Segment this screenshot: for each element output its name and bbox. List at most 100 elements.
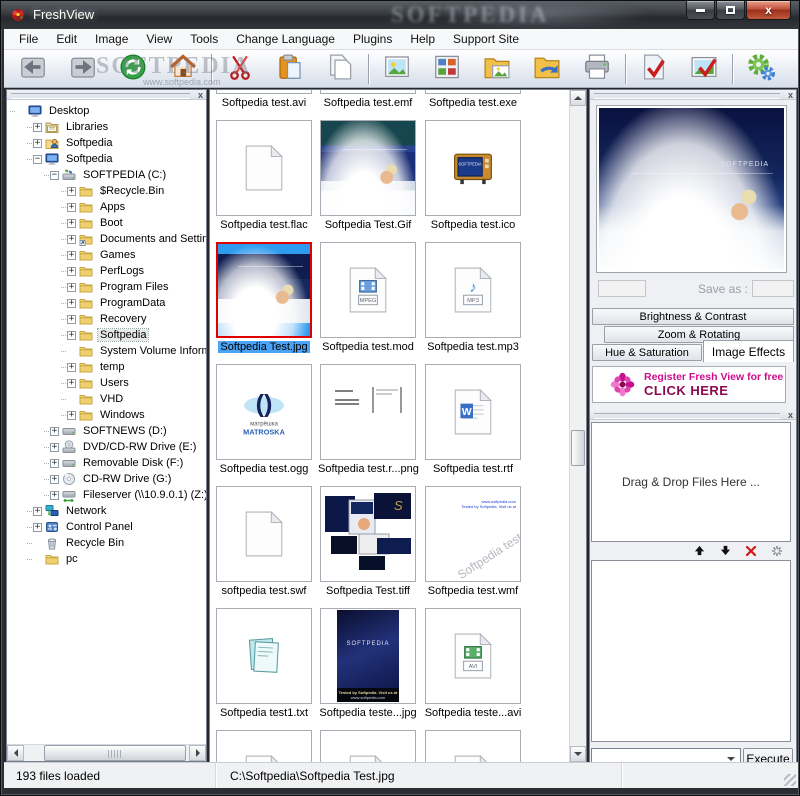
thumbnail-softpedia-test-gif[interactable] [320,120,416,216]
thumbnail-softpedia-test-emf[interactable] [320,90,416,94]
thumbnail-label[interactable]: Softpedia test.r...png [316,463,420,475]
expand-toggle-icon[interactable]: + [67,283,76,292]
tree-item-softpedia[interactable]: −Softpedia [7,151,206,167]
thumbnail-softpedia-test-avi[interactable] [216,90,312,94]
tree-item-boot[interactable]: +Boot [7,215,206,231]
thumbnail-label[interactable]: Softpedia test.exe [421,97,525,109]
batch-file-list[interactable] [591,560,791,742]
tree-item-control-panel[interactable]: +Control Panel [7,519,206,535]
tab-hue-saturation[interactable]: Hue & Saturation [592,344,702,361]
thumbnail-label[interactable]: Softpedia test.avi [212,97,316,109]
thumbnails-view-button[interactable] [426,52,468,86]
tree-item-softpedia[interactable]: +Softpedia [7,327,206,343]
print-button[interactable] [576,52,618,86]
tree-item-fileserver-10-9-0-1-z[interactable]: +Fileserver (\\10.9.0.1) (Z:) [7,487,206,503]
thumbnail-softpedia-teste-avi[interactable]: AVI [425,608,521,704]
menu-item-view[interactable]: View [137,30,181,48]
expand-toggle-icon[interactable]: + [67,299,76,308]
thumbnail-label[interactable]: Softpedia test.mod [316,341,420,353]
tree-panel-grip[interactable]: x [7,90,206,100]
move-down-icon[interactable] [719,545,731,557]
menu-item-change-language[interactable]: Change Language [227,30,344,48]
menu-item-tools[interactable]: Tools [181,30,227,48]
dragdrop-panel-grip[interactable]: x [590,410,796,420]
thumbnail-partial[interactable] [320,730,416,762]
tree-item-documents-and-settings[interactable]: +Documents and Settings [7,231,206,247]
thumbnail-softpedia-test-swf[interactable] [216,486,312,582]
thumbnail-label[interactable]: Softpedia Test.jpg [212,341,316,353]
previous-button[interactable] [12,52,54,86]
check-file-button[interactable] [633,52,675,86]
check-image-button[interactable] [683,52,725,86]
thumbnail-label[interactable]: Softpedia test.ogg [212,463,316,475]
thumbnail-label[interactable]: Softpedia test.emf [316,97,420,109]
thumbnail-softpedia-test-mod[interactable]: MPEG [320,242,416,338]
tree-item-windows[interactable]: +Windows [7,407,206,423]
paste-button[interactable] [269,52,311,86]
tree-scroll-thumb[interactable] [44,745,186,761]
close-button[interactable]: x [746,1,791,20]
preview-panel-close-icon[interactable]: x [788,90,793,100]
tree-item-softnews-d[interactable]: +SOFTNEWS (D:) [7,423,206,439]
tree-item-vhd[interactable]: VHD [7,391,206,407]
tree-item-pc[interactable]: pc [7,551,206,567]
minimize-button[interactable] [686,1,715,20]
expand-toggle-icon[interactable]: + [67,379,76,388]
tree-item-games[interactable]: +Games [7,247,206,263]
menu-item-edit[interactable]: Edit [47,30,86,48]
menu-item-plugins[interactable]: Plugins [344,30,401,48]
settings-button[interactable] [740,52,782,86]
thumbnail-softpedia-test-ogg[interactable]: ()матрёшкаMATROSKA [216,364,312,460]
thumbnail-partial[interactable] [216,730,312,762]
thumbnail-label[interactable]: Softpedia test.rtf [421,463,525,475]
tree-item-temp[interactable]: +temp [7,359,206,375]
expand-toggle-icon[interactable]: + [33,123,42,132]
tree-item-softpedia[interactable]: +Softpedia [7,135,206,151]
title-bar[interactable]: SOFTPEDIA FreshView x [1,1,799,29]
collapse-toggle-icon[interactable]: − [50,171,59,180]
tree-item-recycle-bin[interactable]: +$Recycle.Bin [7,183,206,199]
maximize-button[interactable] [716,1,745,20]
thumbnail-softpedia-test-mp3[interactable]: ♪MP3 [425,242,521,338]
tab-image-effects[interactable]: Image Effects [703,340,794,362]
menu-item-support-site[interactable]: Support Site [444,30,528,48]
thumbnail-label[interactable]: Softpedia Test.Gif [316,219,420,231]
thumbnail-partial[interactable] [425,730,521,762]
thumbnail-label[interactable]: Softpedia Test.tiff [316,585,420,597]
expand-toggle-icon[interactable]: + [67,315,76,324]
expand-toggle-icon[interactable]: + [67,203,76,212]
tree-item-system-volume-informat[interactable]: System Volume Informat [7,343,206,359]
drag-drop-zone[interactable]: Drag & Drop Files Here ... [591,422,791,542]
thumbnail-label[interactable]: Softpedia test.wmf [421,585,525,597]
folder-images-button[interactable] [476,52,518,86]
thumbnail-softpedia-test-ico[interactable]: SOFTPEDIA [425,120,521,216]
quality-field[interactable] [598,280,646,297]
scroll-left-button[interactable] [7,745,24,761]
expand-toggle-icon[interactable]: + [67,219,76,228]
resize-grip[interactable] [784,774,796,786]
tree-panel-close-icon[interactable]: x [198,90,203,100]
thumbnail-label[interactable]: softpedia test.swf [212,585,316,597]
tree-item-softpedia-c[interactable]: −SOFTPEDIA (C:) [7,167,206,183]
tree-item-recovery[interactable]: +Recovery [7,311,206,327]
remove-icon[interactable] [745,545,757,557]
tree-item-cd-rw-drive-g[interactable]: +CD-RW Drive (G:) [7,471,206,487]
tree-item-removable-disk-f[interactable]: +Removable Disk (F:) [7,455,206,471]
thumbnail-label[interactable]: Softpedia teste...avi [421,707,525,719]
cut-button[interactable] [219,52,261,86]
next-button[interactable] [62,52,104,86]
thumbnail-softpedia-test-tiff[interactable]: S [320,486,416,582]
expand-toggle-icon[interactable]: + [33,507,42,516]
thumbnail-softpedia-test-r-png[interactable] [320,364,416,460]
thumbnail-softpedia-test1-txt[interactable] [216,608,312,704]
thumbnail-label[interactable]: Softpedia teste...jpg [316,707,420,719]
collapse-toggle-icon[interactable]: − [33,155,42,164]
thumbnail-softpedia-test-flac[interactable] [216,120,312,216]
expand-toggle-icon[interactable]: + [33,139,42,148]
image-view-button[interactable] [376,52,418,86]
menu-item-help[interactable]: Help [401,30,444,48]
expand-toggle-icon[interactable]: + [67,267,76,276]
clear-all-icon[interactable] [771,545,783,557]
thumbnail-label[interactable]: Softpedia test.ico [421,219,525,231]
tree-horizontal-scrollbar[interactable] [7,744,206,761]
